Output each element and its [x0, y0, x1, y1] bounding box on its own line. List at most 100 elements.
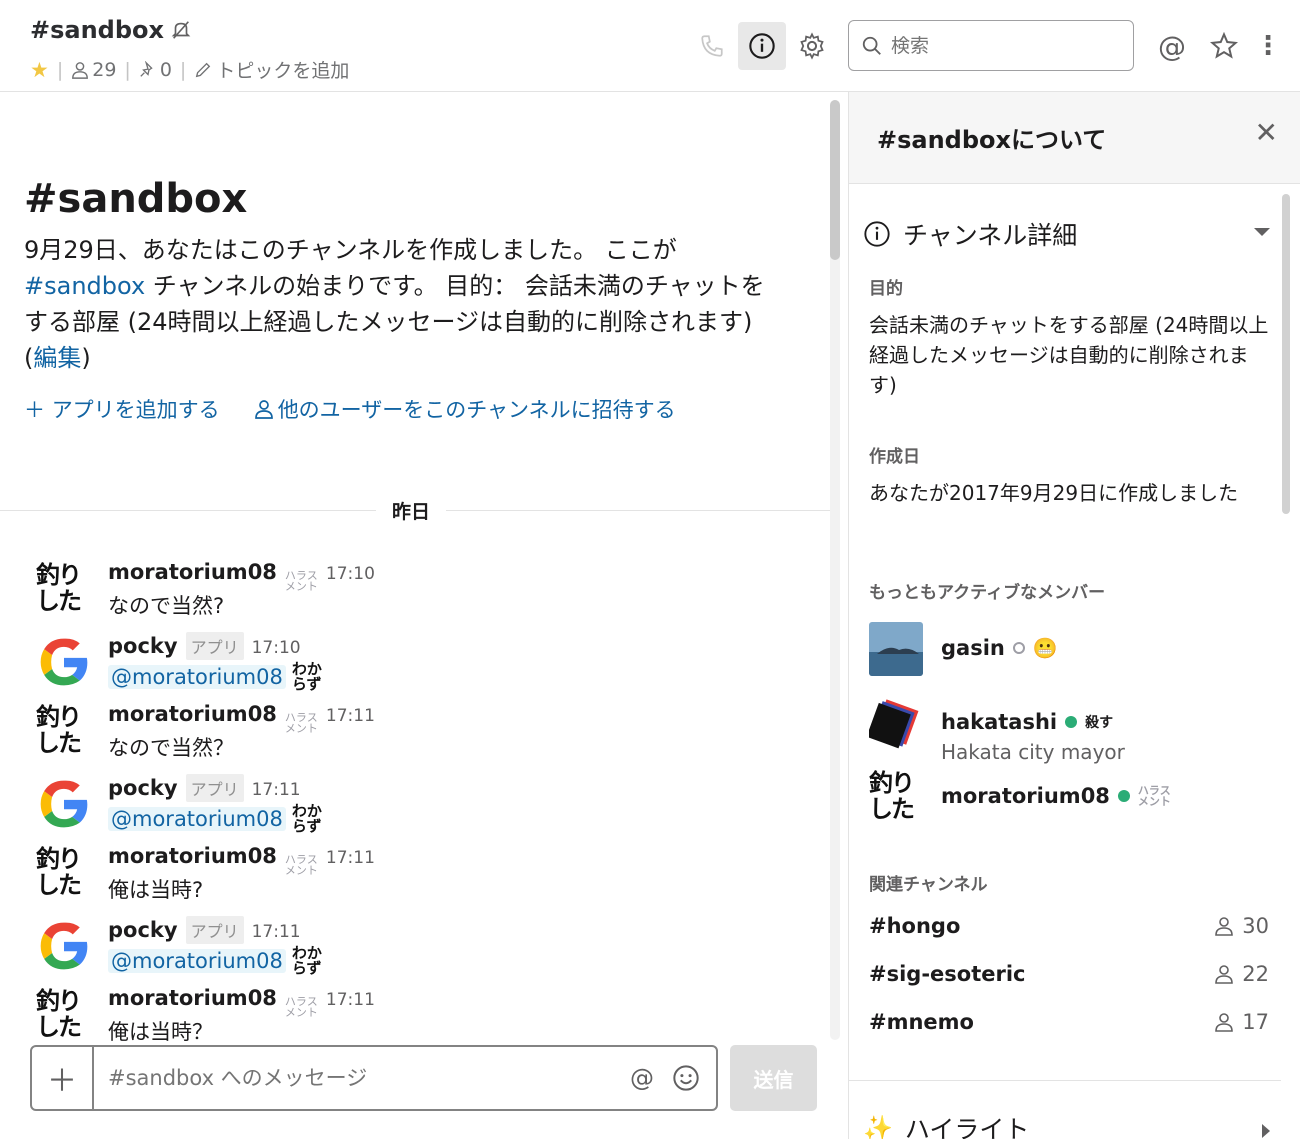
mentions-button[interactable]: @: [1148, 22, 1196, 70]
channel-name: #sandbox: [30, 16, 165, 44]
avatar[interactable]: [869, 622, 923, 676]
message-time[interactable]: 17:10: [326, 564, 375, 584]
message-pane: #sandbox 9月29日、あなたはこのチャンネルを作成しました。 ここが #…: [0, 92, 848, 1139]
message-item[interactable]: 釣り した moratorium08 ハラス メント 17:10 なので当然?: [36, 560, 816, 630]
person-icon: [1215, 1013, 1234, 1032]
search-input[interactable]: [891, 34, 1121, 57]
emoji-button[interactable]: [664, 1064, 708, 1092]
details-title: #sandboxについて: [877, 126, 1107, 154]
highlights-toggle[interactable]: ✨ ハイライト: [863, 1110, 1029, 1139]
channel-details-toggle[interactable]: チャンネル詳細: [863, 216, 1077, 252]
avatar[interactable]: 釣り した: [869, 770, 923, 824]
message-composer: ＋ @: [30, 1045, 718, 1111]
related-channel-item[interactable]: #hongo 30: [869, 914, 1269, 938]
channel-info-button[interactable]: [738, 22, 786, 70]
star-outline-icon: [1210, 32, 1238, 59]
message-time[interactable]: 17:11: [326, 990, 375, 1010]
related-channel-count: 17: [1214, 1010, 1269, 1034]
custom-status-emoji: ハラス メント: [284, 995, 318, 1019]
message-time[interactable]: 17:11: [252, 780, 301, 800]
user-mention[interactable]: @moratorium08: [108, 949, 286, 973]
member-item[interactable]: hakatashi 殺す Hakata city mayor: [869, 696, 1269, 764]
message-author[interactable]: pocky: [108, 918, 178, 942]
created-label: 作成日: [869, 447, 920, 467]
avatar[interactable]: 釣り した: [36, 562, 92, 618]
message-item[interactable]: pocky アプリ 17:11 @moratorium08 わか らず: [36, 916, 816, 986]
message-item[interactable]: 釣り した moratorium08 ハラス メント 17:11 俺は当時?: [36, 844, 816, 914]
related-channel-count: 30: [1214, 914, 1269, 938]
custom-emoji: わか らず: [291, 944, 322, 977]
settings-button[interactable]: [788, 22, 836, 70]
attach-button[interactable]: ＋: [32, 1047, 94, 1109]
grimace-emoji-icon: 😬: [1032, 636, 1058, 660]
starred-button[interactable]: [1200, 22, 1248, 70]
user-mention[interactable]: @moratorium08: [108, 665, 286, 689]
message-time[interactable]: 17:10: [252, 638, 301, 658]
chevron-right-icon[interactable]: [1262, 1124, 1270, 1138]
google-logo-icon[interactable]: [36, 918, 92, 974]
add-topic-link[interactable]: トピックを追加: [194, 56, 349, 83]
more-button[interactable]: ⋮: [1244, 22, 1292, 70]
user-mention[interactable]: @moratorium08: [108, 807, 286, 831]
message-author[interactable]: moratorium08: [108, 844, 277, 868]
mention-button[interactable]: @: [620, 1064, 664, 1092]
channel-title[interactable]: #sandbox: [30, 16, 192, 44]
away-status-icon: [1012, 642, 1025, 654]
message-author[interactable]: moratorium08: [108, 702, 277, 726]
message-input[interactable]: [94, 1066, 620, 1090]
related-channel-item[interactable]: #sig-esoteric 22: [869, 962, 1269, 986]
message-author[interactable]: pocky: [108, 776, 178, 800]
add-app-link[interactable]: ＋ アプリを追加する: [24, 394, 220, 424]
members-count[interactable]: 29: [71, 59, 116, 81]
member-item[interactable]: 釣り した moratorium08 ハラス メント: [869, 770, 1269, 830]
message-author[interactable]: moratorium08: [108, 560, 277, 584]
google-logo-icon[interactable]: [36, 776, 92, 832]
call-button[interactable]: [688, 22, 736, 70]
person-icon: [72, 61, 89, 79]
smiley-icon: [673, 1065, 699, 1091]
message-item[interactable]: pocky アプリ 17:11 @moratorium08 わか らず: [36, 774, 816, 844]
related-channel-name: #hongo: [869, 914, 961, 938]
related-channel-name: #sig-esoteric: [869, 962, 1026, 986]
at-icon: @: [1158, 29, 1186, 63]
gear-icon: [800, 32, 824, 60]
member-item[interactable]: gasin 😬: [869, 622, 1269, 682]
avatar[interactable]: [869, 696, 923, 750]
plus-icon: ＋: [47, 1064, 77, 1099]
details-header: #sandboxについて ✕: [849, 92, 1300, 184]
related-channel-item[interactable]: #mnemo 17: [869, 1010, 1269, 1034]
search-box[interactable]: [848, 20, 1134, 71]
member-status-text: Hakata city mayor: [941, 740, 1125, 764]
member-name: moratorium08: [941, 784, 1110, 808]
message-time[interactable]: 17:11: [326, 706, 375, 726]
at-icon: @: [630, 1064, 654, 1092]
app-badge: アプリ: [185, 632, 244, 660]
message-item[interactable]: 釣り した moratorium08 ハラス メント 17:11 なので当然？: [36, 702, 816, 772]
google-logo-icon[interactable]: [36, 634, 92, 690]
chevron-down-icon[interactable]: [1254, 228, 1270, 236]
star-icon[interactable]: ★: [30, 58, 49, 82]
pins-count[interactable]: 0: [139, 59, 172, 81]
sidebar-scrollbar[interactable]: [1282, 194, 1290, 514]
related-channels-label: 関連チャンネル: [869, 875, 988, 895]
close-icon[interactable]: ✕: [1255, 116, 1278, 149]
custom-emoji: わか らず: [291, 802, 322, 835]
scrollbar-thumb[interactable]: [830, 100, 840, 260]
channel-link[interactable]: #sandbox: [24, 272, 145, 300]
avatar[interactable]: 釣り した: [36, 988, 92, 1044]
channel-intro-text: 9月29日、あなたはこのチャンネルを作成しました。 ここが #sandbox チ…: [24, 236, 765, 372]
search-icon: [862, 36, 881, 55]
phone-icon: [701, 35, 723, 57]
avatar[interactable]: 釣り した: [36, 704, 92, 760]
message-author[interactable]: moratorium08: [108, 986, 277, 1010]
channel-meta: ★ | 29 | 0 | トピックを追加: [30, 56, 350, 83]
message-item[interactable]: pocky アプリ 17:10 @moratorium08 わか らず: [36, 632, 816, 702]
message-time[interactable]: 17:11: [326, 848, 375, 868]
avatar[interactable]: 釣り した: [36, 846, 92, 902]
invite-link[interactable]: 他のユーザーをこのチャンネルに招待する: [254, 394, 676, 424]
app-badge: アプリ: [185, 774, 244, 802]
edit-purpose-link[interactable]: 編集: [33, 344, 81, 372]
message-time[interactable]: 17:11: [252, 922, 301, 942]
send-button[interactable]: 送信: [730, 1045, 817, 1111]
message-author[interactable]: pocky: [108, 634, 178, 658]
